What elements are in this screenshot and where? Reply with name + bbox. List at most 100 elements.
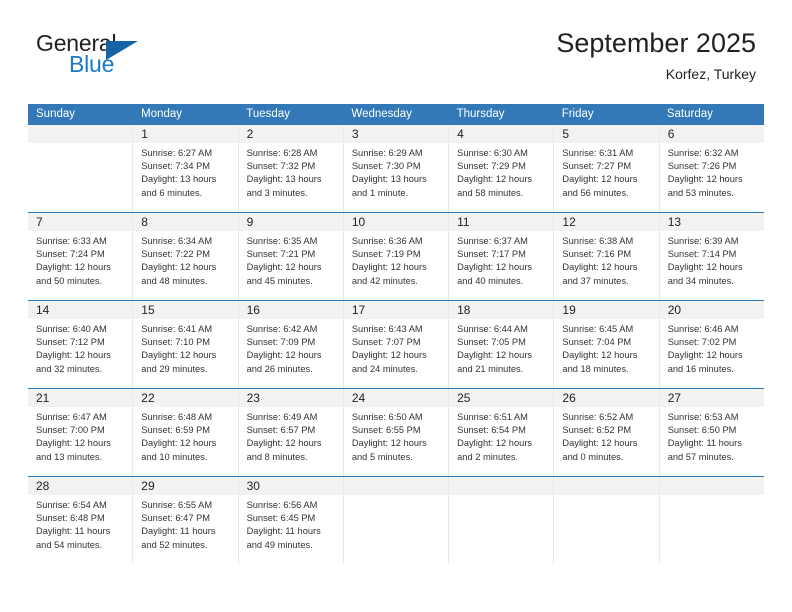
- day-details: Sunrise: 6:40 AM Sunset: 7:12 PM Daylight:…: [28, 319, 132, 376]
- daylight-text-line2: and 18 minutes.: [562, 363, 629, 374]
- day-cell[interactable]: 18 Sunrise: 6:44 AM Sunset: 7:05 PM Dayligh…: [449, 301, 555, 388]
- day-details: Sunrise: 6:41 AM Sunset: 7:10 PM Daylight:…: [133, 319, 237, 376]
- sunrise-text: Sunrise: 6:39 AM: [667, 236, 739, 246]
- day-number: 28: [28, 477, 133, 495]
- day-details: Sunrise: 6:49 AM Sunset: 6:57 PM Daylight:…: [239, 407, 343, 464]
- sunset-text: Sunset: 6:52 PM: [562, 425, 632, 436]
- day-cell[interactable]: 14 Sunrise: 6:40 AM Sunset: 7:12 PM Dayligh…: [28, 301, 134, 388]
- day-cell[interactable]: 23 Sunrise: 6:49 AM Sunset: 6:57 PM Dayligh…: [238, 389, 344, 476]
- daylight-text-line1: Daylight: 12 hours: [351, 350, 427, 361]
- day-cell[interactable]: 6 Sunrise: 6:32 AM Sunset: 7:26 PM Daylight…: [659, 125, 764, 212]
- daylight-text-line2: and 45 minutes.: [246, 275, 313, 286]
- daylight-text-line1: Daylight: 12 hours: [562, 174, 638, 185]
- sunset-text: Sunset: 7:05 PM: [457, 337, 526, 348]
- daylight-text-line1: Daylight: 12 hours: [457, 350, 533, 361]
- day-number: 26: [554, 389, 659, 407]
- day-number: [343, 477, 449, 495]
- day-cell[interactable]: 15 Sunrise: 6:41 AM Sunset: 7:10 PM Dayligh…: [133, 301, 239, 388]
- day-details: Sunrise: 6:32 AM Sunset: 7:26 PM Daylight:…: [660, 143, 764, 200]
- brand-logo[interactable]: General Blue: [36, 32, 246, 90]
- day-number: 8: [133, 213, 238, 231]
- day-number: [554, 477, 659, 495]
- day-cell[interactable]: 10 Sunrise: 6:36 AM Sunset: 7:19 PM Dayligh…: [343, 213, 450, 300]
- day-details: Sunrise: 6:48 AM Sunset: 6:59 PM Daylight:…: [133, 407, 237, 464]
- sunrise-text: Sunrise: 6:28 AM: [246, 148, 318, 158]
- sunrise-text: Sunrise: 6:44 AM: [457, 324, 528, 334]
- daylight-text-line2: and 5 minutes.: [351, 451, 413, 462]
- weekday-header-tuesday: Tuesday: [246, 108, 290, 120]
- day-number: 22: [133, 389, 238, 407]
- daylight-text-line1: Daylight: 13 hours: [246, 174, 322, 185]
- day-cell[interactable]: 28 Sunrise: 6:54 AM Sunset: 6:48 PM Dayligh…: [28, 477, 134, 564]
- day-cell[interactable]: 13 Sunrise: 6:39 AM Sunset: 7:14 PM Dayligh…: [659, 213, 764, 300]
- day-details: Sunrise: 6:36 AM Sunset: 7:19 PM Daylight:…: [344, 231, 448, 288]
- weekday-header-wednesday: Wednesday: [351, 108, 412, 120]
- day-cell[interactable]: 17 Sunrise: 6:43 AM Sunset: 7:07 PM Dayligh…: [343, 301, 450, 388]
- day-cell[interactable]: 22 Sunrise: 6:48 AM Sunset: 6:59 PM Dayligh…: [133, 389, 239, 476]
- weekday-header-saturday: Saturday: [666, 108, 713, 120]
- daylight-text-line2: and 49 minutes.: [246, 539, 313, 550]
- day-cell[interactable]: 26 Sunrise: 6:52 AM Sunset: 6:52 PM Dayligh…: [554, 389, 660, 476]
- day-cell[interactable]: 1 Sunrise: 6:27 AM Sunset: 7:34 PM Daylight…: [133, 125, 239, 212]
- sunrise-text: Sunrise: 6:42 AM: [246, 324, 318, 334]
- day-cell[interactable]: 19 Sunrise: 6:45 AM Sunset: 7:04 PM Dayligh…: [554, 301, 660, 388]
- day-number: 7: [28, 213, 133, 231]
- daylight-text-line1: Daylight: 13 hours: [351, 174, 427, 185]
- day-cell-empty: [659, 477, 764, 564]
- weekday-header-friday: Friday: [561, 108, 594, 120]
- day-cell[interactable]: 4 Sunrise: 6:30 AM Sunset: 7:29 PM Daylight…: [449, 125, 555, 212]
- daylight-text-line1: Daylight: 12 hours: [246, 350, 322, 361]
- daylight-text-line2: and 2 minutes.: [457, 451, 519, 462]
- daylight-text-line1: Daylight: 13 hours: [141, 174, 217, 185]
- day-cell[interactable]: 25 Sunrise: 6:51 AM Sunset: 6:54 PM Dayligh…: [449, 389, 555, 476]
- day-cell[interactable]: 27 Sunrise: 6:53 AM Sunset: 6:50 PM Dayligh…: [659, 389, 764, 476]
- day-number: 15: [133, 301, 238, 319]
- day-cell[interactable]: 2 Sunrise: 6:28 AM Sunset: 7:32 PM Daylight…: [238, 125, 344, 212]
- day-cell[interactable]: 21 Sunrise: 6:47 AM Sunset: 7:00 PM Dayligh…: [28, 389, 134, 476]
- sunset-text: Sunset: 7:19 PM: [351, 249, 421, 260]
- sunrise-text: Sunrise: 6:35 AM: [246, 236, 318, 246]
- day-cell[interactable]: 12 Sunrise: 6:38 AM Sunset: 7:16 PM Dayligh…: [554, 213, 660, 300]
- daylight-text-line1: Daylight: 12 hours: [562, 262, 638, 273]
- sunset-text: Sunset: 7:22 PM: [141, 249, 211, 260]
- sunset-text: Sunset: 7:34 PM: [141, 161, 211, 172]
- daylight-text-line2: and 57 minutes.: [667, 451, 734, 462]
- sunset-text: Sunset: 6:55 PM: [351, 425, 421, 436]
- sunset-text: Sunset: 7:17 PM: [457, 249, 526, 260]
- day-cell[interactable]: 29 Sunrise: 6:55 AM Sunset: 6:47 PM Dayligh…: [133, 477, 239, 564]
- day-cell[interactable]: 16 Sunrise: 6:42 AM Sunset: 7:09 PM Dayligh…: [238, 301, 344, 388]
- day-cell[interactable]: 24 Sunrise: 6:50 AM Sunset: 6:55 PM Dayligh…: [343, 389, 450, 476]
- day-details: Sunrise: 6:37 AM Sunset: 7:17 PM Daylight:…: [449, 231, 553, 288]
- sunset-text: Sunset: 7:04 PM: [562, 337, 632, 348]
- day-cell[interactable]: 8 Sunrise: 6:34 AM Sunset: 7:22 PM Daylight…: [133, 213, 239, 300]
- day-number: 23: [238, 389, 343, 407]
- daylight-text-line2: and 6 minutes.: [141, 187, 203, 198]
- sunrise-text: Sunrise: 6:37 AM: [457, 236, 528, 246]
- day-number: 12: [554, 213, 659, 231]
- daylight-text-line1: Daylight: 12 hours: [246, 262, 322, 273]
- day-details: Sunrise: 6:35 AM Sunset: 7:21 PM Daylight:…: [239, 231, 343, 288]
- sunset-text: Sunset: 7:16 PM: [562, 249, 632, 260]
- day-cell[interactable]: 9 Sunrise: 6:35 AM Sunset: 7:21 PM Daylight…: [238, 213, 344, 300]
- day-number: 25: [449, 389, 554, 407]
- day-number: 16: [238, 301, 343, 319]
- day-number: 10: [343, 213, 449, 231]
- sunrise-text: Sunrise: 6:27 AM: [141, 148, 213, 158]
- day-cell-empty: [554, 477, 660, 564]
- day-cell[interactable]: 3 Sunrise: 6:29 AM Sunset: 7:30 PM Daylight…: [343, 125, 450, 212]
- day-number: 9: [238, 213, 343, 231]
- sunrise-text: Sunrise: 6:43 AM: [351, 324, 423, 334]
- day-details: Sunrise: 6:45 AM Sunset: 7:04 PM Daylight:…: [554, 319, 658, 376]
- daylight-text-line1: Daylight: 12 hours: [246, 438, 322, 449]
- day-cell[interactable]: 7 Sunrise: 6:33 AM Sunset: 7:24 PM Daylight…: [28, 213, 134, 300]
- day-details: Sunrise: 6:28 AM Sunset: 7:32 PM Daylight:…: [239, 143, 343, 200]
- week-row: 28 Sunrise: 6:54 AM Sunset: 6:48 PM Dayligh…: [28, 476, 764, 564]
- day-cell[interactable]: 5 Sunrise: 6:31 AM Sunset: 7:27 PM Daylight…: [554, 125, 660, 212]
- day-number: 21: [28, 389, 133, 407]
- day-cell[interactable]: 11 Sunrise: 6:37 AM Sunset: 7:17 PM Dayligh…: [449, 213, 555, 300]
- daylight-text-line2: and 3 minutes.: [246, 187, 308, 198]
- daylight-text-line1: Daylight: 12 hours: [141, 438, 217, 449]
- day-cell[interactable]: 30 Sunrise: 6:56 AM Sunset: 6:45 PM Dayligh…: [238, 477, 344, 564]
- day-cell[interactable]: 20 Sunrise: 6:46 AM Sunset: 7:02 PM Dayligh…: [659, 301, 764, 388]
- day-details: Sunrise: 6:43 AM Sunset: 7:07 PM Daylight:…: [344, 319, 448, 376]
